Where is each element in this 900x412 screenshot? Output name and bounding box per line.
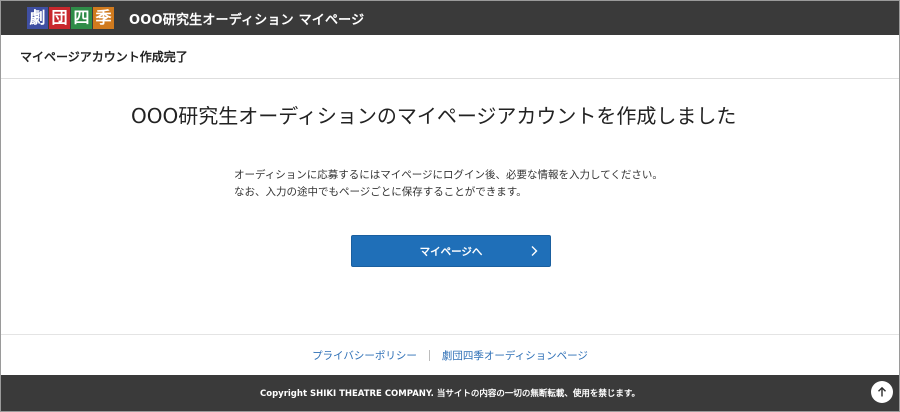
audition-page-link[interactable]: 劇団四季オーディションページ xyxy=(442,348,588,363)
completion-description: オーディションに応募するにはマイページにログイン後、必要な情報を入力してください… xyxy=(234,167,714,201)
chevron-right-icon xyxy=(531,246,538,256)
site-header: 劇 団 四 季 OOO研究生オーディション マイページ xyxy=(1,1,899,35)
copyright-text: Copyright SHIKI THEATRE COMPANY. 当サイトの内容… xyxy=(260,389,640,399)
back-to-top-button[interactable] xyxy=(871,381,893,403)
shiki-logo[interactable]: 劇 団 四 季 xyxy=(27,7,115,29)
footer-links: プライバシーポリシー 劇団四季オーディションページ xyxy=(1,334,899,375)
description-line-1: オーディションに応募するにはマイページにログイン後、必要な情報を入力してください… xyxy=(234,169,663,181)
logo-char-4: 季 xyxy=(93,7,114,29)
arrow-up-icon xyxy=(878,386,886,397)
logo-char-2: 団 xyxy=(49,7,70,29)
privacy-policy-link[interactable]: プライバシーポリシー xyxy=(312,348,417,363)
page-title-bar: マイページアカウント作成完了 xyxy=(1,35,899,79)
completion-heading: OOO研究生オーディションのマイページアカウントを作成しました xyxy=(131,104,737,128)
footer-link-divider xyxy=(428,349,430,361)
page-title: マイページアカウント作成完了 xyxy=(20,50,188,64)
logo-char-3: 四 xyxy=(71,7,92,29)
page-frame: 劇 団 四 季 OOO研究生オーディション マイページ マイページアカウント作成… xyxy=(0,0,900,412)
go-to-mypage-button[interactable]: マイページへ xyxy=(351,235,551,267)
logo-char-1: 劇 xyxy=(27,7,48,29)
site-footer: Copyright SHIKI THEATRE COMPANY. 当サイトの内容… xyxy=(1,375,899,411)
site-title: OOO研究生オーディション マイページ xyxy=(129,12,365,28)
description-line-2: なお、入力の途中でもページごとに保存することができます。 xyxy=(234,186,527,198)
go-to-mypage-label: マイページへ xyxy=(419,245,483,258)
